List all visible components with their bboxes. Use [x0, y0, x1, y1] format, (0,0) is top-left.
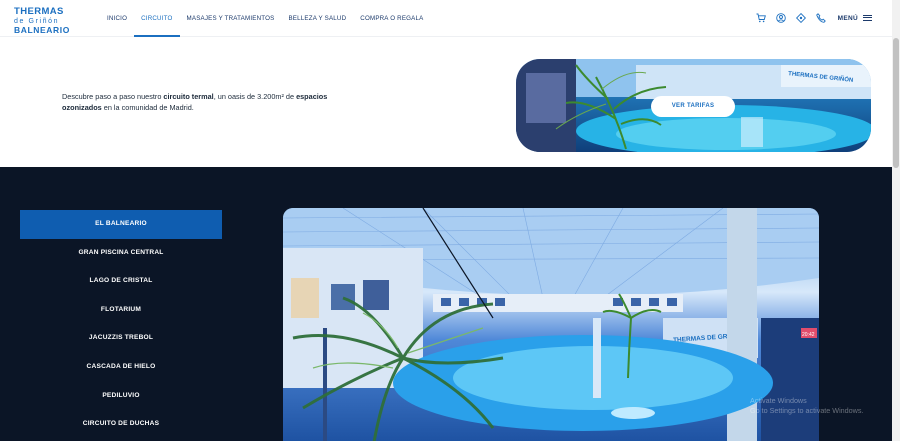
nav-masajes-y-tratamientos[interactable]: MASAJES Y TRATAMIENTOS — [180, 0, 282, 37]
user-icon[interactable] — [775, 13, 786, 23]
balneario-photo: THERMAS DE GRIÑÓN 20:42 — [283, 208, 819, 441]
phone-icon[interactable] — [815, 13, 826, 23]
promo-pool-image: THERMAS DE GRIÑÓN VER TARIFAS — [516, 59, 871, 152]
nav-compra-o-regala[interactable]: COMPRA O REGALA — [353, 0, 430, 37]
site-header: THERMAS de Griñón BALNEARIO INICIO CIRCU… — [0, 0, 892, 37]
location-icon[interactable] — [795, 13, 806, 23]
circuit-item-lago-de-cristal[interactable]: LAGO DE CRISTAL — [20, 267, 222, 296]
hamburger-icon[interactable] — [863, 15, 872, 21]
page-scrollbar[interactable] — [892, 0, 900, 441]
cart-icon[interactable] — [756, 13, 766, 23]
logo-line-1: THERMAS — [14, 6, 64, 17]
menu-label[interactable]: MENÚ — [838, 15, 858, 22]
circuit-section: EL BALNEARIO GRAN PISCINA CENTRAL LAGO D… — [0, 167, 892, 441]
circuit-item-pediluvio[interactable]: PEDILUVIO — [20, 382, 222, 411]
scrollbar-thumb[interactable] — [893, 38, 899, 168]
circuit-item-cascada-de-hielo[interactable]: CASCADA DE HIELO — [20, 353, 222, 382]
header-tools: MENÚ — [746, 11, 872, 25]
circuit-item-gran-piscina-central[interactable]: GRAN PISCINA CENTRAL — [20, 239, 222, 268]
circuit-item-flotarium[interactable]: FLOTARIUM — [20, 296, 222, 325]
logo-line-2: de Griñón — [14, 17, 60, 25]
windows-activation-watermark: Activate Windows Go to Settings to activ… — [750, 396, 864, 415]
circuit-menu: EL BALNEARIO GRAN PISCINA CENTRAL LAGO D… — [20, 210, 222, 439]
nav-inicio[interactable]: INICIO — [100, 0, 134, 37]
intro-text: Descubre paso a paso nuestro circuito te… — [62, 92, 328, 112]
nav-circuito[interactable]: CIRCUITO — [134, 0, 180, 37]
intro-section: Descubre paso a paso nuestro circuito te… — [0, 37, 892, 167]
ver-tarifas-button[interactable]: VER TARIFAS — [651, 96, 735, 117]
nav-belleza-y-salud[interactable]: BELLEZA Y SALUD — [281, 0, 353, 37]
circuit-item-circuito-de-duchas[interactable]: CIRCUITO DE DUCHAS — [20, 410, 222, 439]
main-nav: INICIO CIRCUITO MASAJES Y TRATAMIENTOS B… — [100, 0, 430, 37]
logo[interactable]: THERMAS de Griñón BALNEARIO — [14, 7, 76, 34]
photo-small-sign: 20:42 — [802, 332, 815, 338]
logo-line-3: BALNEARIO — [14, 24, 70, 35]
circuit-item-el-balneario[interactable]: EL BALNEARIO — [20, 210, 222, 239]
circuit-item-jacuzzis-trebol[interactable]: JACUZZIS TREBOL — [20, 324, 222, 353]
